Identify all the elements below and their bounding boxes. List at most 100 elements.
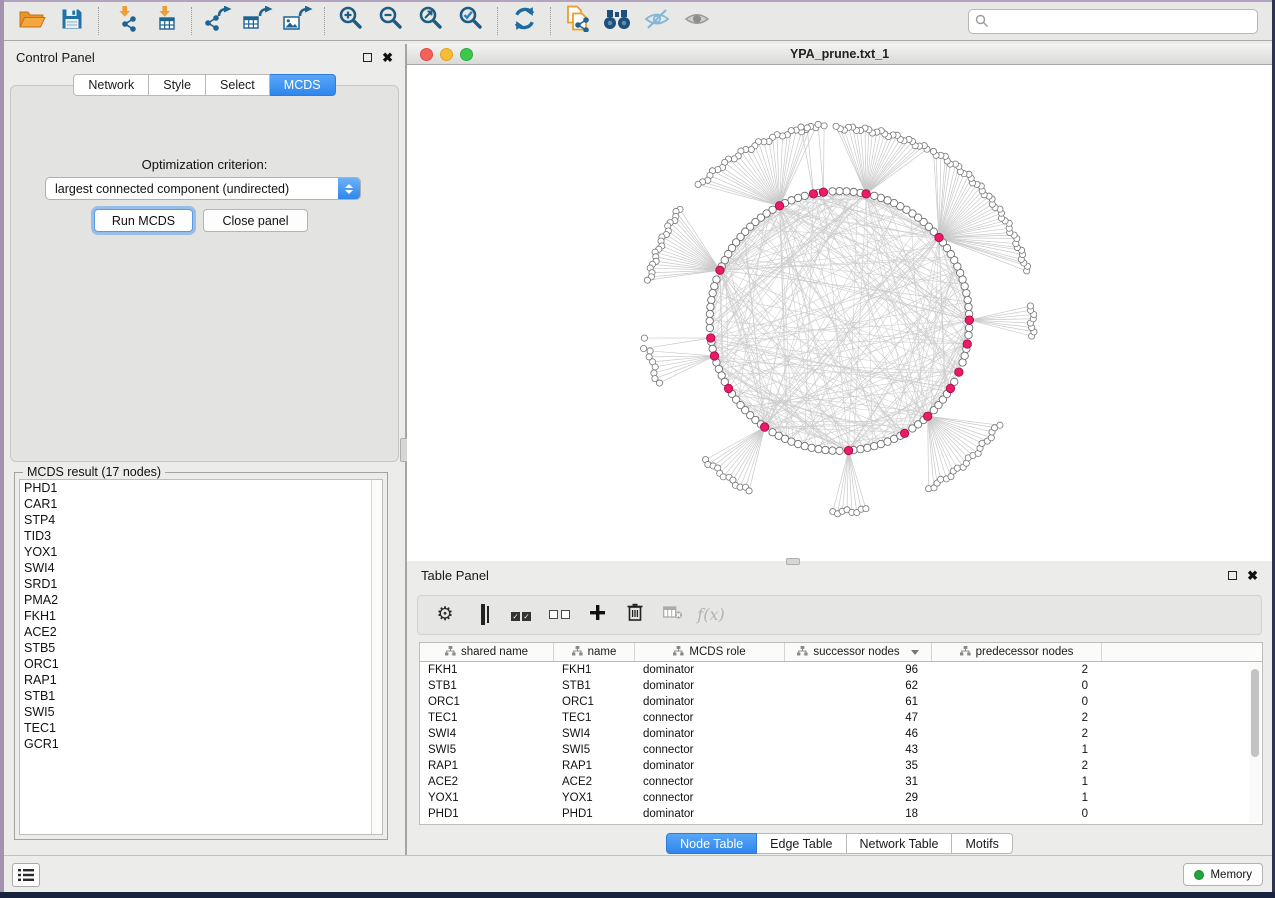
zoom-fit-button[interactable] <box>411 5 451 37</box>
zoom-selected-button[interactable] <box>451 5 491 37</box>
mcds-result-item[interactable]: RAP1 <box>20 672 382 688</box>
delete-row-button[interactable] <box>616 600 654 630</box>
mcds-result-item[interactable]: TEC1 <box>20 720 382 736</box>
mcds-result-group: MCDS result (17 nodes) PHD1CAR1STP4TID3Y… <box>14 472 388 840</box>
deselect-all-button[interactable] <box>540 600 578 630</box>
show-columns-icon <box>481 606 485 624</box>
mcds-result-item[interactable]: STP4 <box>20 512 382 528</box>
search-binoculars-button[interactable] <box>597 5 637 37</box>
table-cell: 2 <box>932 662 1102 678</box>
save-session-button[interactable] <box>52 5 92 37</box>
table-row[interactable]: SWI5SWI5connector431 <box>420 742 1262 758</box>
table-row[interactable]: ORC1ORC1dominator610 <box>420 694 1262 710</box>
table-cell: RAP1 <box>554 758 635 774</box>
mcds-result-item[interactable]: TID3 <box>20 528 382 544</box>
table-cell: TEC1 <box>554 710 635 726</box>
close-panel-button[interactable]: Close panel <box>203 209 308 232</box>
table-row[interactable]: PHD1PHD1dominator180 <box>420 806 1262 822</box>
mcds-result-item[interactable]: ORC1 <box>20 656 382 672</box>
table-scrollbar[interactable] <box>1249 663 1261 823</box>
mcds-result-item[interactable]: PMA2 <box>20 592 382 608</box>
search-input[interactable] <box>989 14 1251 28</box>
table-row[interactable]: FKH1FKH1dominator962 <box>420 662 1262 678</box>
tab-style[interactable]: Style <box>149 74 206 96</box>
select-all-icon: ✓✓ <box>510 606 532 624</box>
tab-node-table[interactable]: Node Table <box>666 833 757 854</box>
network-canvas[interactable] <box>407 65 1272 561</box>
column-header-name[interactable]: name <box>554 643 635 661</box>
import-network-button[interactable] <box>105 5 145 37</box>
table-row[interactable]: SWI4SWI4dominator462 <box>420 726 1262 742</box>
mcds-result-item[interactable]: SRD1 <box>20 576 382 592</box>
table-row[interactable]: YOX1YOX1connector291 <box>420 790 1262 806</box>
mcds-result-item[interactable]: SWI4 <box>20 560 382 576</box>
deselect-all-icon <box>547 606 571 624</box>
column-header-successor-nodes[interactable]: successor nodes <box>785 643 932 661</box>
zoom-out-button[interactable] <box>371 5 411 37</box>
table-row[interactable]: ACE2ACE2connector311 <box>420 774 1262 790</box>
float-table-panel-icon[interactable] <box>1228 571 1237 580</box>
mcds-result-item[interactable]: SWI5 <box>20 704 382 720</box>
table-cell: PHD1 <box>554 806 635 822</box>
open-file-button[interactable] <box>12 5 52 37</box>
add-row-button[interactable] <box>578 600 616 630</box>
mcds-result-item[interactable]: STB1 <box>20 688 382 704</box>
table-scrollbar-thumb[interactable] <box>1251 669 1259 757</box>
zoom-in-button[interactable] <box>331 5 371 37</box>
mcds-result-item[interactable]: CAR1 <box>20 496 382 512</box>
tab-select[interactable]: Select <box>206 74 270 96</box>
mcds-result-item[interactable]: ACE2 <box>20 624 382 640</box>
mcds-result-item[interactable]: PHD1 <box>20 480 382 496</box>
close-panel-icon[interactable]: ✖ <box>382 51 393 64</box>
table-cell: 18 <box>785 806 932 822</box>
mcds-result-list[interactable]: PHD1CAR1STP4TID3YOX1SWI4SRD1PMA2FKH1ACE2… <box>19 479 383 835</box>
mcds-result-item[interactable]: YOX1 <box>20 544 382 560</box>
memory-button[interactable]: Memory <box>1183 863 1263 886</box>
tab-mcds[interactable]: MCDS <box>270 74 336 96</box>
list-scrollbar[interactable] <box>371 480 382 834</box>
network-window-titlebar[interactable]: YPA_prune.txt_1 <box>407 44 1272 65</box>
duplicate-network-button[interactable] <box>557 5 597 37</box>
table-cell: 2 <box>932 758 1102 774</box>
close-table-panel-icon[interactable]: ✖ <box>1247 569 1258 582</box>
mcds-result-item[interactable]: STB5 <box>20 640 382 656</box>
table-row[interactable]: RAP1RAP1dominator352 <box>420 758 1262 774</box>
select-all-button[interactable]: ✓✓ <box>502 600 540 630</box>
column-header-shared-name[interactable]: shared name <box>420 643 554 661</box>
float-panel-icon[interactable] <box>363 53 372 62</box>
eye-disabled-icon <box>683 8 711 35</box>
mcds-result-title: MCDS result (17 nodes) <box>23 465 165 479</box>
import-table-button[interactable] <box>145 5 185 37</box>
run-mcds-button[interactable]: Run MCDS <box>94 209 193 232</box>
tab-motifs[interactable]: Motifs <box>952 833 1012 854</box>
task-history-button[interactable] <box>12 863 40 887</box>
eye-slash-button[interactable] <box>637 5 677 37</box>
export-table-button[interactable] <box>238 5 278 37</box>
tab-network[interactable]: Network <box>73 74 149 96</box>
column-header-MCDS-role[interactable]: MCDS role <box>635 643 785 661</box>
table-cell: dominator <box>635 758 785 774</box>
column-label: name <box>588 646 617 658</box>
table-settings-button[interactable]: ⚙ <box>426 600 464 630</box>
mcds-result-item[interactable]: GCR1 <box>20 736 382 752</box>
tab-edge-table[interactable]: Edge Table <box>757 833 846 854</box>
column-header-filler <box>1102 643 1262 661</box>
export-image-button[interactable] <box>278 5 318 37</box>
mcds-result-item[interactable]: FKH1 <box>20 608 382 624</box>
table-row[interactable]: TEC1TEC1connector472 <box>420 710 1262 726</box>
column-header-predecessor-nodes[interactable]: predecessor nodes <box>932 643 1102 661</box>
eye-disabled-button[interactable] <box>677 5 717 37</box>
table-settings-icon: ⚙ <box>436 605 453 625</box>
tab-network-table[interactable]: Network Table <box>847 833 953 854</box>
table-cell: 47 <box>785 710 932 726</box>
table-cell: SWI4 <box>420 726 554 742</box>
zoom-fit-icon <box>418 5 445 37</box>
duplicate-network-icon <box>564 5 590 37</box>
node-table[interactable]: shared name name MCDS rolesuccessor nodesp… <box>419 642 1263 825</box>
export-network-button[interactable] <box>198 5 238 37</box>
table-row[interactable]: STB1STB1dominator620 <box>420 678 1262 694</box>
show-columns-button[interactable] <box>464 600 502 630</box>
refresh-view-button[interactable] <box>504 5 544 37</box>
criterion-dropdown[interactable]: largest connected component (undirected) <box>45 177 361 200</box>
network-window-title: YPA_prune.txt_1 <box>407 47 1272 61</box>
